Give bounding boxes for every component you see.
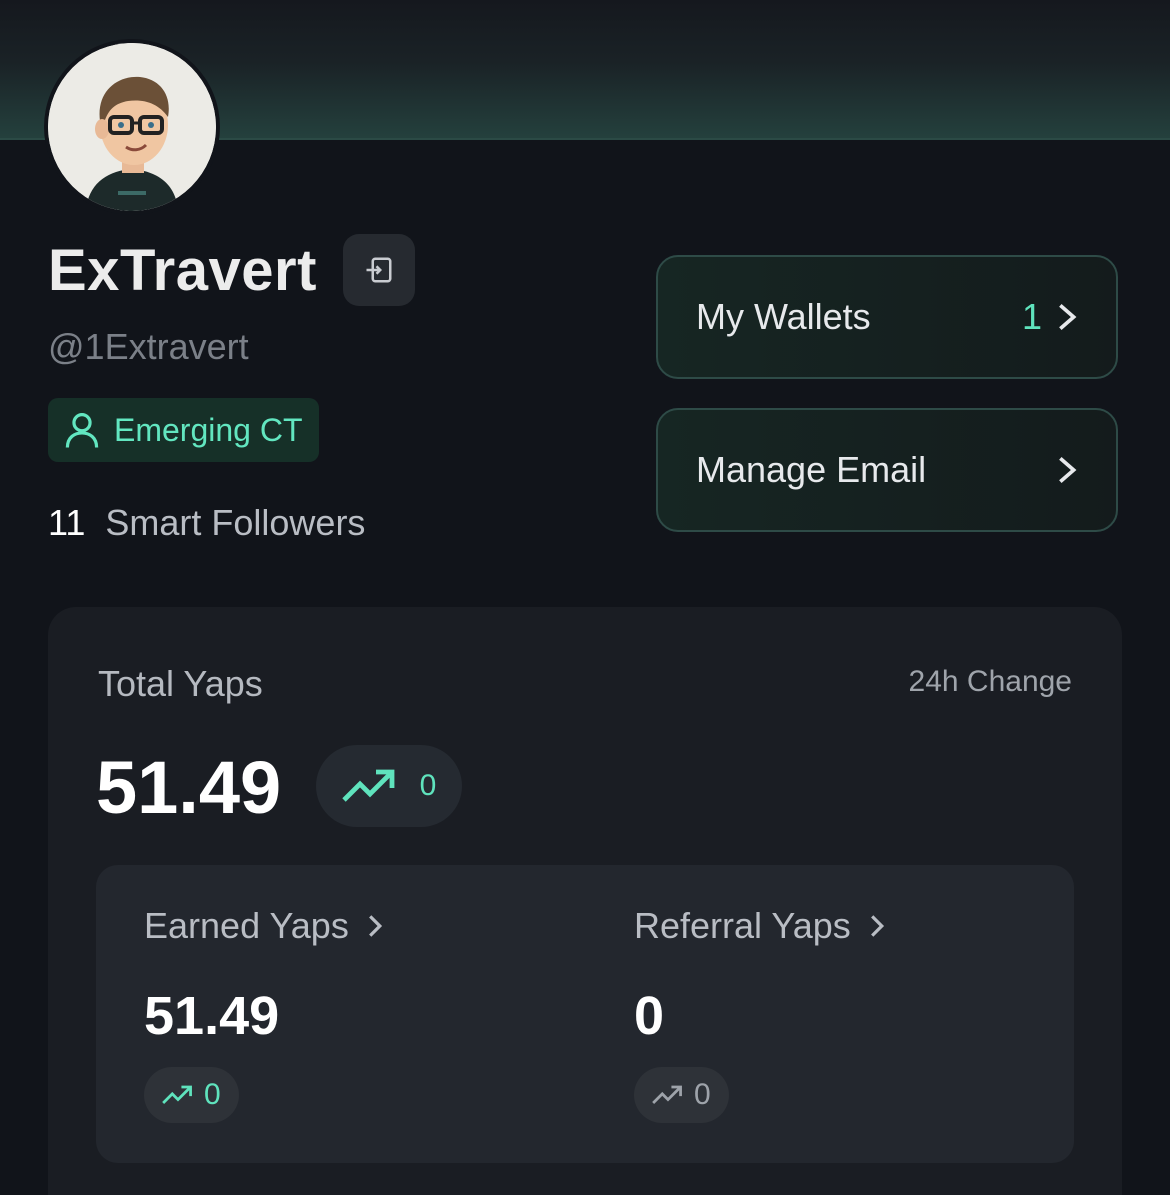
chevron-right-icon <box>1059 303 1077 331</box>
smart-followers[interactable]: 11 Smart Followers <box>48 502 365 544</box>
smart-followers-count: 11 <box>48 502 86 543</box>
profile-page: ExTravert @1Extravert Emerging CT 11 Sma… <box>0 0 1170 1195</box>
wallets-count: 1 <box>1021 296 1042 337</box>
earned-change-pill: 0 <box>144 1067 239 1123</box>
sign-out-button[interactable] <box>342 234 415 306</box>
smart-followers-label: Smart Followers <box>105 502 366 543</box>
my-wallets-label: My Wallets <box>696 296 871 337</box>
earned-yaps-section: Earned Yaps 51.49 0 <box>144 905 383 1123</box>
total-yaps-title: Total Yaps <box>98 663 263 704</box>
earned-change-value: 0 <box>204 1078 221 1111</box>
chevron-right-icon <box>870 915 884 937</box>
user-handle: @1Extravert <box>48 326 249 367</box>
yaps-card: Total Yaps 24h Change 51.49 0 Earned Yap… <box>48 607 1122 1195</box>
user-icon <box>65 413 99 448</box>
trending-up-icon <box>341 769 395 802</box>
avatar[interactable] <box>48 43 216 211</box>
avatar-illustration <box>48 43 216 211</box>
referral-yaps-section: Referral Yaps 0 0 <box>634 905 885 1123</box>
tier-label: Emerging CT <box>114 411 303 448</box>
chevron-right-icon <box>368 915 382 937</box>
earned-yaps-value: 51.49 <box>144 986 280 1046</box>
trending-up-icon <box>652 1085 682 1104</box>
total-change-pill: 0 <box>316 745 462 827</box>
referral-change-pill: 0 <box>634 1067 729 1123</box>
trending-up-icon <box>162 1085 192 1104</box>
total-change-value: 0 <box>419 769 437 802</box>
change-24h-label: 24h Change <box>908 665 1072 698</box>
referral-yaps-label: Referral Yaps <box>634 905 851 946</box>
referral-yaps-value: 0 <box>634 986 665 1046</box>
name-row: ExTravert <box>48 234 415 306</box>
manage-email-button[interactable]: Manage Email <box>656 408 1118 532</box>
tier-badge: Emerging CT <box>48 398 319 462</box>
chevron-right-icon <box>1059 456 1077 484</box>
display-name: ExTravert <box>48 237 317 303</box>
yaps-breakdown: Earned Yaps 51.49 0 Referral Yaps 0 0 <box>96 865 1074 1163</box>
earned-yaps-link[interactable]: Earned Yaps <box>144 905 383 947</box>
total-yaps-value: 51.49 <box>96 746 282 829</box>
sign-out-icon <box>366 257 392 283</box>
referral-change-value: 0 <box>694 1078 711 1111</box>
manage-email-label: Manage Email <box>696 449 927 490</box>
referral-yaps-link[interactable]: Referral Yaps <box>634 905 885 947</box>
my-wallets-button[interactable]: My Wallets 1 <box>656 255 1118 379</box>
earned-yaps-label: Earned Yaps <box>144 905 349 946</box>
